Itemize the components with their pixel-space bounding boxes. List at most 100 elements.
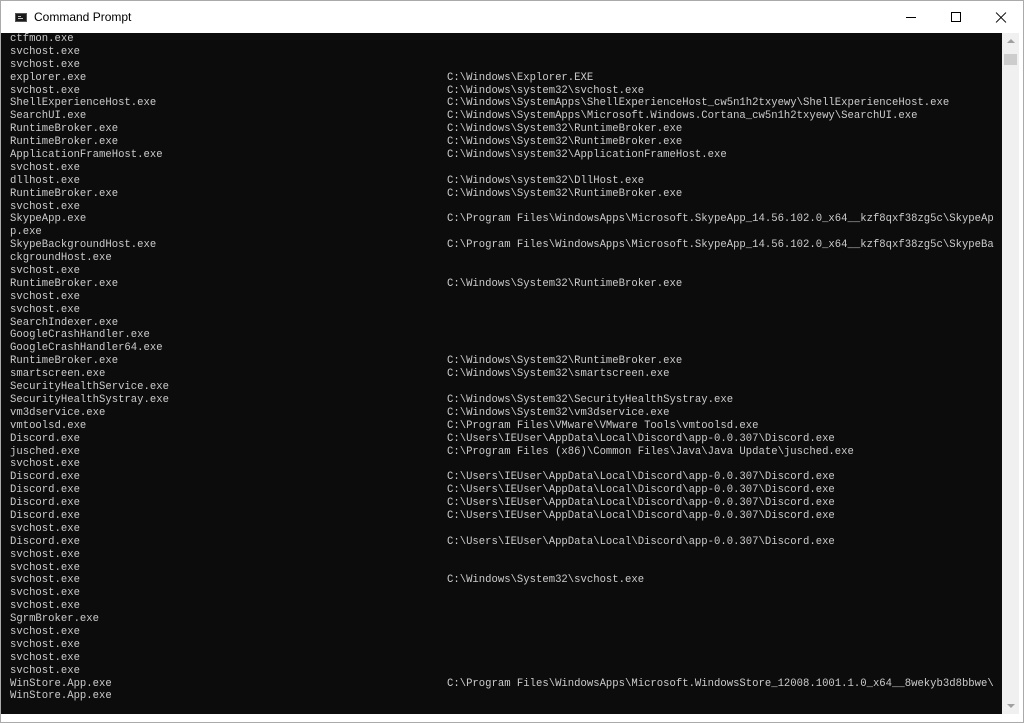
process-name: SecurityHealthService.exe bbox=[10, 381, 169, 394]
minimize-button[interactable] bbox=[888, 1, 933, 33]
console-line: svchost.exe bbox=[10, 458, 1000, 471]
console-line: SgrmBroker.exe bbox=[10, 613, 1000, 626]
process-name: Discord.exe bbox=[10, 497, 80, 510]
process-name: svchost.exe bbox=[10, 561, 80, 574]
process-path: C:\Windows\System32\svchost.exe bbox=[447, 574, 645, 587]
process-name: svchost.exe bbox=[10, 303, 80, 316]
process-name: svchost.exe bbox=[10, 522, 80, 535]
console-line: ApplicationFrameHost.exe C:\Windows\syste… bbox=[10, 149, 1000, 162]
console-line: svchost.exe bbox=[10, 600, 1000, 613]
process-name: ctfmon.exe bbox=[10, 33, 74, 45]
console-line: SkypeBackgroundHost.exe C:\Program Files\… bbox=[10, 239, 1000, 252]
process-name: Discord.exe bbox=[10, 509, 80, 522]
process-name: RuntimeBroker.exe bbox=[10, 123, 119, 136]
process-name: svchost.exe bbox=[10, 458, 80, 471]
process-path: C:\Users\IEUser\AppData\Local\Discord\ap… bbox=[447, 509, 835, 522]
scrollbar-thumb[interactable] bbox=[1004, 54, 1017, 65]
process-path: C:\Program Files\VMware\VMware Tools\vmt… bbox=[447, 419, 759, 432]
process-name: WinStore.App.exe bbox=[10, 690, 112, 703]
console-line: svchost.exe bbox=[10, 46, 1000, 59]
process-name: svchost.exe bbox=[10, 587, 80, 600]
console-line: SkypeApp.exe C:\Program Files\WindowsApps… bbox=[10, 213, 1000, 226]
process-name: svchost.exe bbox=[10, 200, 80, 213]
process-name: GoogleCrashHandler64.exe bbox=[10, 342, 163, 355]
console-line: ctfmon.exe bbox=[10, 33, 1000, 46]
process-name: svchost.exe bbox=[10, 548, 80, 561]
process-name: SgrmBroker.exe bbox=[10, 613, 100, 626]
process-name: explorer.exe bbox=[10, 71, 87, 84]
process-path: C:\Program Files\WindowsApps\Microsoft.S… bbox=[447, 239, 994, 252]
console-line: svchost.exe bbox=[10, 665, 1000, 678]
process-path: C:\Windows\System32\vm3dservice.exe bbox=[447, 406, 670, 419]
console-line: svchost.exe bbox=[10, 59, 1000, 72]
console-line: RuntimeBroker.exe C:\Windows\System32\Run… bbox=[10, 278, 1000, 291]
console-line: Discord.exe C:\Users\IEUser\AppData\Local… bbox=[10, 471, 1000, 484]
process-name: RuntimeBroker.exe bbox=[10, 277, 119, 290]
process-name: svchost.exe bbox=[10, 574, 80, 587]
console-line: Discord.exe C:\Users\IEUser\AppData\Local… bbox=[10, 497, 1000, 510]
console-line: Discord.exe C:\Users\IEUser\AppData\Local… bbox=[10, 484, 1000, 497]
process-name: svchost.exe bbox=[10, 600, 80, 613]
process-name: dllhost.exe bbox=[10, 174, 80, 187]
process-path: C:\Users\IEUser\AppData\Local\Discord\ap… bbox=[447, 497, 835, 510]
console-output[interactable]: ctfmon.exe svchost.exe svchost.exe explorer… bbox=[1, 33, 1002, 714]
process-name: RuntimeBroker.exe bbox=[10, 355, 119, 368]
console-line: Discord.exe C:\Users\IEUser\AppData\Local… bbox=[10, 433, 1000, 446]
process-name: svchost.exe bbox=[10, 290, 80, 303]
vertical-scrollbar[interactable] bbox=[1002, 33, 1019, 714]
scroll-down-button[interactable] bbox=[1002, 697, 1019, 714]
console-line: svchost.exe C:\Windows\system32\svchost.e… bbox=[10, 85, 1000, 98]
console-line: GoogleCrashHandler.exe bbox=[10, 329, 1000, 342]
process-name: svchost.exe bbox=[10, 45, 80, 58]
process-path: C:\Users\IEUser\AppData\Local\Discord\ap… bbox=[447, 535, 835, 548]
console-line: svchost.exe C:\Windows\System32\svchost.e… bbox=[10, 574, 1000, 587]
console-line: Discord.exe C:\Users\IEUser\AppData\Local… bbox=[10, 510, 1000, 523]
console-line: svchost.exe bbox=[10, 652, 1000, 665]
process-path: C:\Users\IEUser\AppData\Local\Discord\ap… bbox=[447, 484, 835, 497]
process-name: ApplicationFrameHost.exe bbox=[10, 149, 163, 162]
process-name: svchost.exe bbox=[10, 58, 80, 71]
process-name: RuntimeBroker.exe bbox=[10, 187, 119, 200]
process-path: C:\Users\IEUser\AppData\Local\Discord\ap… bbox=[447, 432, 835, 445]
process-path: C:\Windows\System32\smartscreen.exe bbox=[447, 368, 670, 381]
console-line: explorer.exe C:\Windows\Explorer.EXE bbox=[10, 72, 1000, 85]
process-name: ShellExperienceHost.exe bbox=[10, 97, 157, 110]
console-line: RuntimeBroker.exe C:\Windows\System32\Run… bbox=[10, 188, 1000, 201]
console-line: svchost.exe bbox=[10, 626, 1000, 639]
process-name: SkypeApp.exe bbox=[10, 213, 87, 226]
console-line: svchost.exe bbox=[10, 265, 1000, 278]
process-path: C:\Program Files\WindowsApps\Microsoft.W… bbox=[447, 677, 994, 690]
command-prompt-icon[interactable] bbox=[15, 13, 27, 22]
process-name: svchost.exe bbox=[10, 625, 80, 638]
process-name: Discord.exe bbox=[10, 484, 80, 497]
title-bar[interactable]: Command Prompt bbox=[1, 1, 1023, 33]
console-line: RuntimeBroker.exe C:\Windows\System32\Run… bbox=[10, 123, 1000, 136]
process-name: WinStore.App.exe bbox=[10, 677, 112, 690]
process-path: C:\Windows\System32\RuntimeBroker.exe bbox=[447, 277, 683, 290]
process-name: vm3dservice.exe bbox=[10, 406, 106, 419]
process-path: C:\Windows\System32\RuntimeBroker.exe bbox=[447, 136, 683, 149]
process-name: svchost.exe bbox=[10, 161, 80, 174]
process-name: Discord.exe bbox=[10, 432, 80, 445]
maximize-button[interactable] bbox=[933, 1, 978, 33]
window-bottom-edge bbox=[1, 714, 1023, 722]
console-line: svchost.exe bbox=[10, 523, 1000, 536]
console-line: SearchIndexer.exe bbox=[10, 317, 1000, 330]
process-path: C:\Windows\System32\RuntimeBroker.exe bbox=[447, 355, 683, 368]
process-path: C:\Windows\SystemApps\ShellExperienceHos… bbox=[447, 97, 950, 110]
process-name: GoogleCrashHandler.exe bbox=[10, 329, 150, 342]
console-line: smartscreen.exe C:\Windows\System32\smart… bbox=[10, 368, 1000, 381]
process-name: RuntimeBroker.exe bbox=[10, 136, 119, 149]
process-name: vmtoolsd.exe bbox=[10, 419, 87, 432]
console-line: RuntimeBroker.exe C:\Windows\System32\Run… bbox=[10, 355, 1000, 368]
close-button[interactable] bbox=[978, 1, 1023, 33]
process-path: C:\Windows\System32\RuntimeBroker.exe bbox=[447, 187, 683, 200]
console-line: ckgroundHost.exe bbox=[10, 252, 1000, 265]
console-line: svchost.exe bbox=[10, 639, 1000, 652]
process-name: Discord.exe bbox=[10, 535, 80, 548]
console-line: SecurityHealthSystray.exe C:\Windows\Syst… bbox=[10, 394, 1000, 407]
scroll-up-button[interactable] bbox=[1002, 33, 1019, 50]
console-line: ShellExperienceHost.exe C:\Windows\System… bbox=[10, 97, 1000, 110]
process-path: C:\Windows\System32\RuntimeBroker.exe bbox=[447, 123, 683, 136]
console-line: svchost.exe bbox=[10, 562, 1000, 575]
